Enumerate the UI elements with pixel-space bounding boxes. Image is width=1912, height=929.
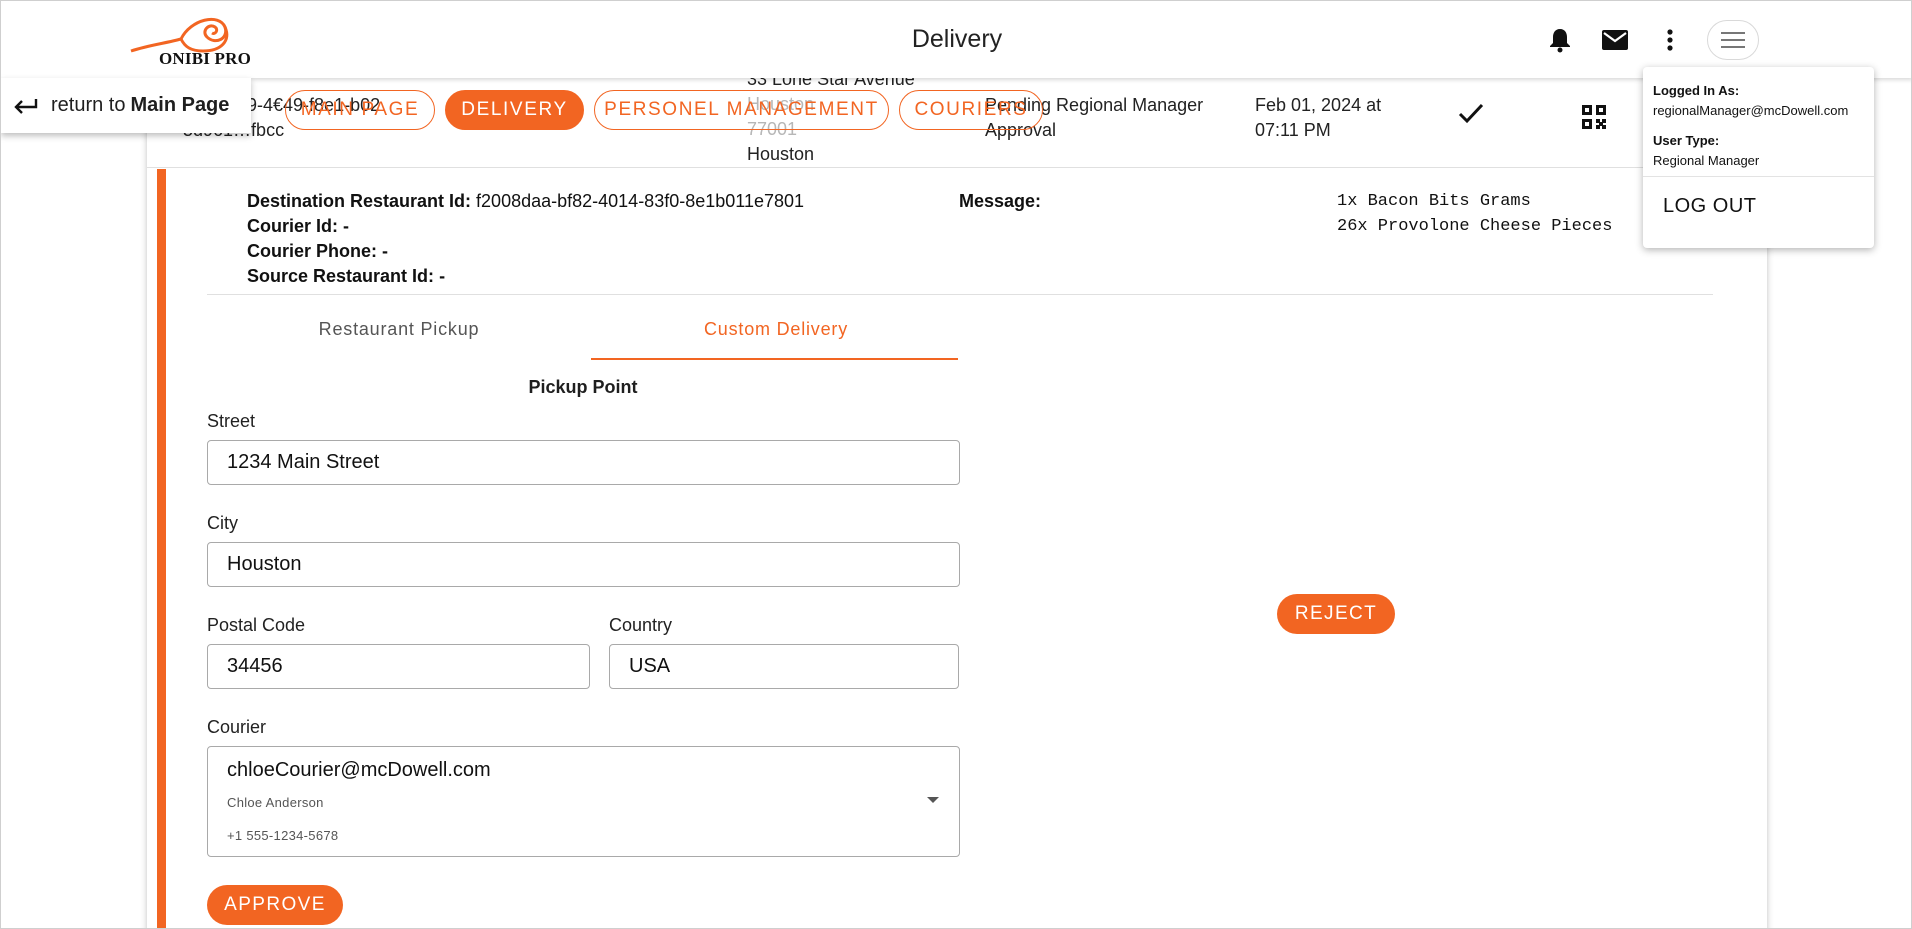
city-input[interactable]: Houston	[207, 542, 960, 587]
courier-label: Courier	[207, 717, 267, 737]
courier-phone: Courier Phone: -	[247, 241, 389, 261]
courier-select[interactable]: chloeCourier@mcDowell.com Chloe Anderson…	[207, 746, 960, 857]
more-vert-icon[interactable]	[1655, 25, 1685, 55]
user-menu-popup: Logged In As: regionalManager@mcDowell.c…	[1643, 67, 1874, 248]
row-divider	[147, 167, 1767, 168]
country-label: Country	[609, 615, 673, 635]
postal-code-value: 34456	[227, 655, 283, 677]
nav-personel-management[interactable]: PERSONEL MANAGEMENT	[594, 90, 889, 130]
tab-restaurant-pickup[interactable]: Restaurant Pickup	[214, 319, 584, 340]
destination-restaurant-id: Destination Restaurant Id: f2008daa-bf82…	[247, 191, 805, 211]
date-line1: Feb 01, 2024 at	[1255, 95, 1382, 115]
details-divider	[207, 294, 1713, 295]
hamburger-menu-icon	[1721, 32, 1745, 48]
chevron-down-icon	[927, 797, 939, 803]
tab-custom-delivery[interactable]: Custom Delivery	[591, 319, 961, 340]
app-window: 9-4€49-f8e1-b02 5d961…fbcc 33 Lone Star …	[0, 0, 1912, 929]
check-icon[interactable]	[1458, 102, 1484, 129]
hamburger-menu-button[interactable]	[1707, 20, 1759, 60]
courier-name: Chloe Anderson	[227, 795, 324, 810]
nav-main-page[interactable]: MAIN PAGE	[285, 90, 435, 130]
postal-code-input[interactable]: 34456	[207, 644, 590, 689]
courier-id: Courier Id: -	[247, 216, 350, 236]
courier-email: chloeCourier@mcDowell.com	[227, 759, 491, 781]
return-to-main-page-link[interactable]: return to Main Page	[1, 78, 251, 133]
source-restaurant-id: Source Restaurant Id: -	[247, 266, 446, 286]
user-type-value: Regional Manager	[1653, 153, 1760, 168]
courier-phone-number: +1 555-1234-5678	[227, 828, 339, 843]
message-label: Message:	[959, 191, 1042, 211]
country-input[interactable]: USA	[609, 644, 959, 689]
return-prefix: return to	[51, 94, 126, 116]
popup-divider	[1643, 176, 1874, 177]
street-value: 1234 Main Street	[227, 451, 380, 473]
city-value: Houston	[227, 553, 302, 575]
street-input[interactable]: 1234 Main Street	[207, 440, 960, 485]
return-arrow-icon	[13, 97, 39, 115]
city-label: City	[207, 513, 238, 533]
reject-button[interactable]: REJECT	[1277, 594, 1395, 634]
bell-icon[interactable]	[1545, 25, 1575, 55]
logged-in-label: Logged In As:	[1653, 83, 1740, 98]
nav-couriers[interactable]: COURIERS	[899, 90, 1043, 130]
user-type-label: User Type:	[1653, 133, 1720, 148]
order-item: 1x Bacon Bits Grams	[1337, 192, 1531, 211]
active-tab-indicator	[591, 358, 958, 360]
street-label: Street	[207, 411, 256, 431]
return-target: Main Page	[130, 94, 230, 116]
order-item: 26x Provolone Cheese Pieces	[1337, 217, 1613, 236]
approve-button[interactable]: APPROVE	[207, 885, 343, 925]
date-line2: 07:11 PM	[1255, 120, 1331, 140]
country-value: USA	[629, 655, 671, 677]
mail-icon[interactable]	[1600, 25, 1630, 55]
address-city: Houston	[747, 144, 815, 164]
logged-in-email: regionalManager@mcDowell.com	[1653, 103, 1849, 118]
postal-code-label: Postal Code	[207, 615, 306, 635]
pickup-point-title: Pickup Point	[528, 377, 638, 397]
selected-row-indicator	[157, 169, 166, 928]
logout-button[interactable]: LOG OUT	[1663, 195, 1757, 218]
qr-code-icon[interactable]	[1582, 105, 1606, 134]
top-bar: ONIBI PRO Delivery	[1, 1, 1911, 78]
delivery-card: 9-4€49-f8e1-b02 5d961…fbcc 33 Lone Star …	[147, 61, 1767, 928]
nav-delivery[interactable]: DELIVERY	[445, 90, 584, 130]
